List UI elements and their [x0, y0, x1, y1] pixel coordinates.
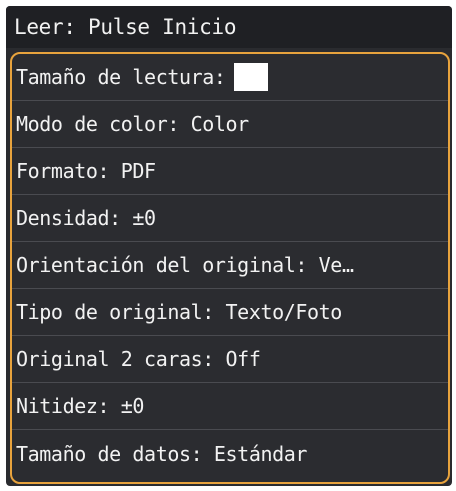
menu-item-scan-size[interactable]: Tamaño de lectura: [12, 54, 448, 101]
menu-item-label: Original 2 caras: Off [16, 347, 261, 371]
menu-item-label: Orientación del original: Ve… [16, 253, 354, 277]
menu-item-density[interactable]: Densidad: ±0 [12, 195, 448, 242]
menu-item-label: Nitidez: ±0 [16, 394, 145, 418]
menu-item-2-sided-original[interactable]: Original 2 caras: Off [12, 336, 448, 383]
menu-item-label: Formato: PDF [16, 159, 156, 183]
menu-item-sharpness[interactable]: Nitidez: ±0 [12, 383, 448, 430]
menu-item-original-type[interactable]: Tipo de original: Texto/Foto [12, 289, 448, 336]
menu-item-label: Densidad: ±0 [16, 206, 156, 230]
menu-item-label: Tipo de original: Texto/Foto [16, 300, 342, 324]
menu-item-original-orientation[interactable]: Orientación del original: Ve… [12, 242, 448, 289]
scan-settings-screen: Leer: Pulse Inicio Tamaño de lectura: Mo… [6, 6, 452, 486]
menu-item-label: Modo de color: Color [16, 112, 249, 136]
paper-size-icon [233, 63, 268, 91]
menu-item-label: Tamaño de lectura: [16, 65, 226, 89]
title-bar: Leer: Pulse Inicio [6, 6, 452, 48]
screen-title: Leer: Pulse Inicio [14, 15, 237, 39]
menu-item-format[interactable]: Formato: PDF [12, 148, 448, 195]
menu-item-label: Tamaño de datos: Estándar [16, 441, 308, 466]
menu-item-color-mode[interactable]: Modo de color: Color [12, 101, 448, 148]
menu-item-data-size[interactable]: Tamaño de datos: Estándar [12, 430, 448, 477]
settings-menu: Tamaño de lectura: Modo de color: Color … [10, 52, 450, 484]
settings-list: Tamaño de lectura: Modo de color: Color … [12, 54, 448, 477]
